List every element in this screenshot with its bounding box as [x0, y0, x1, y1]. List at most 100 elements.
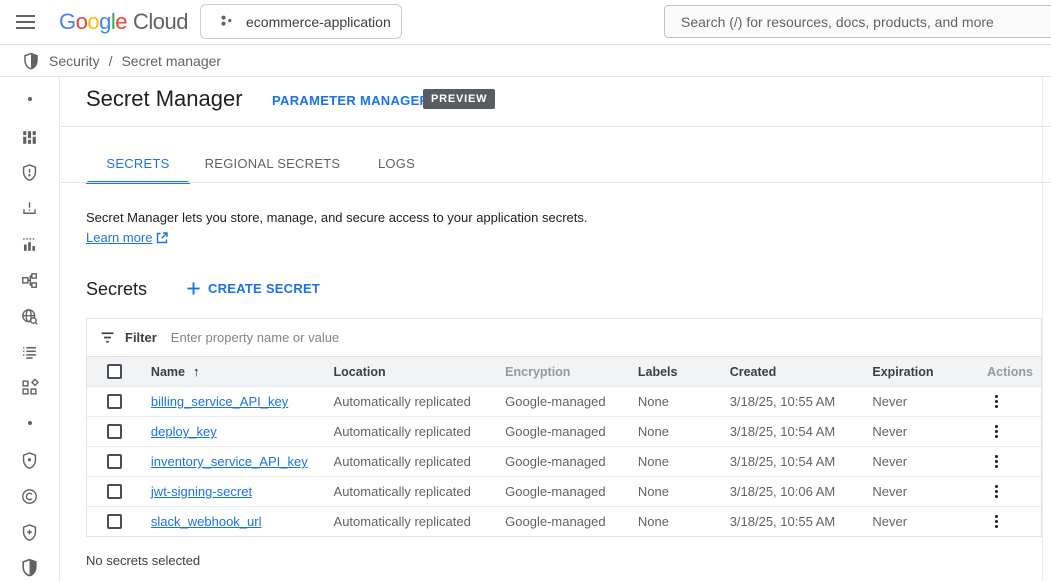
table-row: billing_service_API_key Automatically re… [87, 386, 1041, 416]
column-header-expiration[interactable]: Expiration [864, 365, 979, 379]
audit-list-icon[interactable] [0, 334, 59, 370]
filter-label: Filter [125, 330, 157, 345]
page-title: Secret Manager [86, 86, 243, 112]
tab-logs[interactable]: LOGS [355, 143, 438, 183]
compliance-copyright-icon[interactable] [0, 478, 59, 514]
secret-manager-shield-icon[interactable] [0, 549, 59, 581]
secrets-table: Filter Name↑ Location Encryption Labels … [86, 318, 1042, 537]
secret-labels: None [630, 454, 722, 469]
secret-location: Automatically replicated [326, 514, 498, 529]
row-checkbox[interactable] [107, 394, 122, 409]
secret-created: 3/18/25, 10:06 AM [722, 484, 865, 499]
tab-regional-secrets[interactable]: REGIONAL SECRETS [190, 143, 355, 183]
secret-expiration: Never [864, 394, 979, 409]
row-checkbox[interactable] [107, 484, 122, 499]
tab-secrets[interactable]: SECRETS [86, 143, 190, 183]
section-title: Secrets [86, 279, 147, 300]
secret-encryption: Google-managed [497, 394, 630, 409]
secret-name-link[interactable]: inventory_service_API_key [151, 454, 308, 469]
create-secret-label: CREATE SECRET [208, 281, 320, 296]
project-selector-label: ecommerce-application [246, 14, 391, 30]
secret-expiration: Never [864, 484, 979, 499]
table-row: inventory_service_API_key Automatically … [87, 446, 1041, 476]
project-dots-icon [218, 13, 235, 30]
column-header-name[interactable]: Name↑ [143, 364, 326, 379]
security-overview-icon[interactable] [0, 119, 59, 155]
secret-created: 3/18/25, 10:55 AM [722, 514, 865, 529]
secret-location: Automatically replicated [326, 454, 498, 469]
secret-labels: None [630, 514, 722, 529]
secret-created: 3/18/25, 10:54 AM [722, 454, 865, 469]
secret-expiration: Never [864, 514, 979, 529]
table-row: jwt-signing-secret Automatically replica… [87, 476, 1041, 506]
logo-letter: o [87, 9, 99, 35]
breadcrumb-current-page: Secret manager [121, 53, 221, 69]
secret-name-link[interactable]: billing_service_API_key [151, 394, 288, 409]
threat-shield-alert-icon[interactable] [0, 154, 59, 190]
menu-hamburger-icon[interactable] [14, 11, 38, 33]
overflow-dot-bottom-icon [0, 409, 59, 437]
secret-location: Automatically replicated [326, 394, 498, 409]
logo-letter: G [59, 9, 76, 35]
breadcrumb: Security / Secret manager [0, 45, 1051, 77]
top-app-bar: Google Cloud ecommerce-application [0, 0, 1051, 45]
row-actions-kebab-icon[interactable] [989, 511, 1004, 532]
column-header-created[interactable]: Created [722, 365, 865, 379]
google-cloud-logo: Google Cloud [59, 8, 188, 36]
secret-location: Automatically replicated [326, 424, 498, 439]
row-actions-kebab-icon[interactable] [989, 481, 1004, 502]
secret-name-link[interactable]: jwt-signing-secret [151, 484, 252, 499]
shield-plus-icon[interactable] [0, 514, 59, 550]
selection-status-text: No secrets selected [86, 553, 200, 568]
security-nav-rail [0, 77, 60, 581]
plus-icon [186, 281, 201, 296]
column-header-encryption: Encryption [497, 365, 630, 379]
preview-badge: PREVIEW [423, 89, 495, 109]
row-actions-kebab-icon[interactable] [989, 391, 1004, 412]
row-checkbox[interactable] [107, 514, 122, 529]
shield-dot-icon[interactable] [0, 442, 59, 478]
create-secret-button[interactable]: CREATE SECRET [186, 281, 320, 296]
filter-input[interactable] [171, 330, 1041, 345]
secret-labels: None [630, 484, 722, 499]
secret-name-link[interactable]: slack_webhook_url [151, 514, 262, 529]
row-actions-kebab-icon[interactable] [989, 421, 1004, 442]
page-description: Secret Manager lets you store, manage, a… [86, 210, 706, 225]
logo-letter: g [99, 9, 111, 35]
row-actions-kebab-icon[interactable] [989, 451, 1004, 472]
secret-labels: None [630, 424, 722, 439]
learn-more-label: Learn more [86, 230, 152, 245]
row-checkbox[interactable] [107, 454, 122, 469]
project-selector[interactable]: ecommerce-application [200, 4, 402, 39]
breadcrumb-security-link[interactable]: Security [49, 53, 100, 69]
table-body: billing_service_API_key Automatically re… [87, 386, 1041, 536]
column-header-labels[interactable]: Labels [630, 365, 722, 379]
column-header-location[interactable]: Location [326, 365, 498, 379]
breadcrumb-separator: / [109, 53, 113, 69]
secret-expiration: Never [864, 454, 979, 469]
tab-bar: SECRETS REGIONAL SECRETS LOGS [86, 143, 438, 183]
posture-bar-chart-icon[interactable] [0, 226, 59, 262]
table-row: slack_webhook_url Automatically replicat… [87, 506, 1041, 536]
secret-name-link[interactable]: deploy_key [151, 424, 217, 439]
secret-created: 3/18/25, 10:55 AM [722, 394, 865, 409]
row-checkbox[interactable] [107, 424, 122, 439]
table-row: deploy_key Automatically replicated Goog… [87, 416, 1041, 446]
title-divider [61, 126, 1051, 127]
secret-manager-screen: Google Cloud ecommerce-application Secur… [0, 0, 1051, 581]
web-scanner-globe-icon[interactable] [0, 298, 59, 334]
secret-created: 3/18/25, 10:54 AM [722, 424, 865, 439]
logo-cloud-text: Cloud [133, 9, 188, 35]
select-all-checkbox[interactable] [107, 364, 122, 379]
column-header-actions: Actions [979, 365, 1041, 379]
tab-divider [61, 182, 1051, 183]
parameter-manager-link[interactable]: PARAMETER MANAGER [272, 93, 429, 108]
overflow-dot-top-icon [0, 85, 59, 113]
asset-topology-icon[interactable] [0, 262, 59, 298]
workloads-shapes-icon[interactable] [0, 369, 59, 405]
secret-expiration: Never [864, 424, 979, 439]
findings-tray-icon[interactable] [0, 190, 59, 226]
search-input[interactable] [664, 5, 1051, 38]
learn-more-link[interactable]: Learn more [86, 230, 168, 245]
secret-labels: None [630, 394, 722, 409]
